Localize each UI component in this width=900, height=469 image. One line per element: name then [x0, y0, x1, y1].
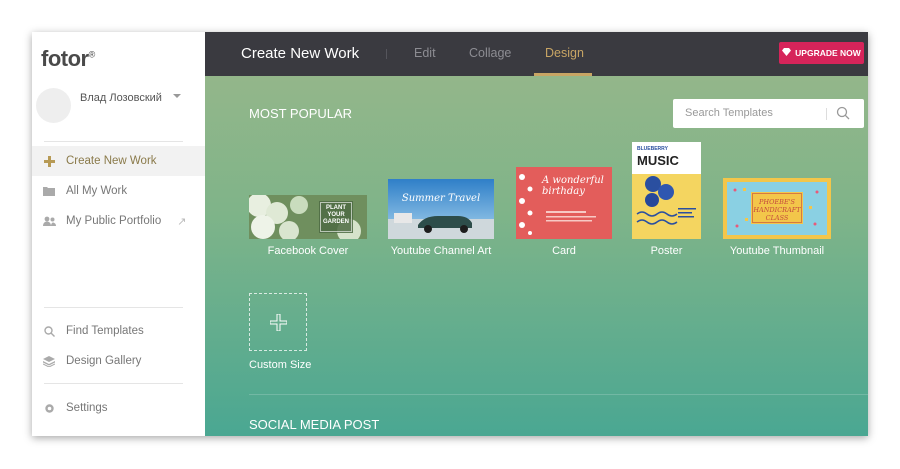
sidebar-item-label: Create New Work — [66, 155, 157, 167]
template-label: Youtube Channel Art — [390, 245, 492, 257]
search-divider — [826, 108, 827, 120]
tab-edit[interactable]: Edit — [414, 46, 436, 60]
template-label: Youtube Thumbnail — [729, 245, 825, 257]
sidebar-item-label: Design Gallery — [66, 355, 142, 367]
topbar-divider — [386, 49, 387, 59]
sidebar-item-label: Settings — [66, 402, 108, 414]
chevron-down-icon[interactable] — [173, 94, 181, 98]
search-templates-field[interactable]: Search Templates — [673, 99, 864, 128]
main-content: Create New Work Edit Collage Design UPGR… — [205, 32, 868, 436]
section-divider — [249, 394, 868, 395]
template-youtube-thumbnail[interactable]: PHOEBE'S HANDICRAFT CLASS Youtube Thumbn… — [723, 178, 831, 257]
template-youtube-channel-art[interactable]: Summer Travel Youtube Channel Art — [388, 179, 494, 257]
plus-icon — [32, 155, 66, 167]
page-title: Create New Work — [241, 45, 360, 62]
thumbnail-text: PLANT YOUR GARDEN — [322, 205, 349, 225]
template-label: Card — [552, 245, 576, 257]
sidebar-item-label: All My Work — [66, 185, 128, 197]
sidebar-item-design-gallery[interactable]: Design Gallery — [32, 346, 205, 376]
tab-design[interactable]: Design — [545, 46, 584, 60]
sidebar-item-label: My Public Portfolio — [66, 215, 162, 227]
youtube-thumbnail-thumbnail: PHOEBE'S HANDICRAFT CLASS — [723, 178, 831, 239]
sidebar-item-settings[interactable]: Settings — [32, 393, 205, 423]
upgrade-now-button[interactable]: UPGRADE NOW — [779, 42, 864, 64]
facebook-cover-thumbnail: PLANT YOUR GARDEN — [249, 195, 367, 239]
search-icon — [32, 325, 66, 337]
search-icon[interactable] — [836, 106, 850, 125]
sidebar-item-find-templates[interactable]: Find Templates — [32, 316, 205, 346]
upgrade-label: UPGRADE NOW — [795, 48, 861, 58]
card-thumbnail: A wonderful birthday — [516, 167, 612, 239]
thumbnail-text: Summer Travel — [401, 193, 481, 204]
sidebar-item-my-public-portfolio[interactable]: My Public Portfolio ↗ — [32, 206, 205, 236]
template-label: Poster — [650, 245, 683, 257]
users-icon — [32, 216, 66, 226]
thumbnail-text: MUSIC — [637, 153, 679, 168]
sidebar-divider — [44, 307, 183, 308]
template-facebook-cover[interactable]: PLANT YOUR GARDEN Facebook Cover — [249, 195, 367, 257]
tab-collage[interactable]: Collage — [469, 46, 511, 60]
sidebar-item-label: Find Templates — [66, 325, 144, 337]
layers-icon — [32, 355, 66, 367]
external-link-icon: ↗ — [177, 215, 187, 228]
app-window: fotor® Влад Лозовский Create New Work Al… — [32, 32, 868, 436]
sidebar-divider — [44, 141, 183, 142]
poster-thumbnail: BLUEBERRY MUSIC — [632, 142, 701, 239]
sidebar-item-all-my-work[interactable]: All My Work — [32, 176, 205, 206]
section-title-social-media-post: SOCIAL MEDIA POST — [249, 417, 380, 432]
diamond-icon — [782, 48, 792, 58]
section-title-most-popular: MOST POPULAR — [249, 106, 353, 121]
thumbnail-text: PHOEBE'S HANDICRAFT CLASS — [753, 198, 801, 222]
template-label: Facebook Cover — [267, 245, 349, 257]
top-bar: Create New Work Edit Collage Design UPGR… — [205, 32, 868, 76]
template-card[interactable]: A wonderful birthday Card — [516, 167, 612, 257]
sidebar-item-create-new-work[interactable]: Create New Work — [32, 146, 205, 176]
logo-registered-mark: ® — [88, 49, 96, 60]
youtube-channel-art-thumbnail: Summer Travel — [388, 179, 494, 239]
thumbnail-subtext: BLUEBERRY — [637, 146, 668, 152]
custom-size-label: Custom Size — [249, 359, 312, 371]
fotor-logo[interactable]: fotor® — [41, 46, 95, 72]
avatar[interactable] — [36, 88, 71, 123]
search-input[interactable]: Search Templates — [685, 107, 773, 119]
user-name[interactable]: Влад Лозовский — [80, 92, 162, 104]
template-poster[interactable]: BLUEBERRY MUSIC Poster — [632, 142, 701, 257]
gear-icon — [32, 403, 66, 414]
sidebar: fotor® Влад Лозовский Create New Work Al… — [32, 32, 205, 436]
logo-text: fotor — [41, 46, 89, 71]
sidebar-divider — [44, 383, 183, 384]
plus-icon — [269, 313, 288, 336]
active-tab-indicator — [534, 73, 592, 76]
folder-icon — [32, 186, 66, 196]
custom-size-button[interactable] — [249, 293, 307, 351]
thumbnail-text: A wonderful birthday — [542, 175, 604, 197]
